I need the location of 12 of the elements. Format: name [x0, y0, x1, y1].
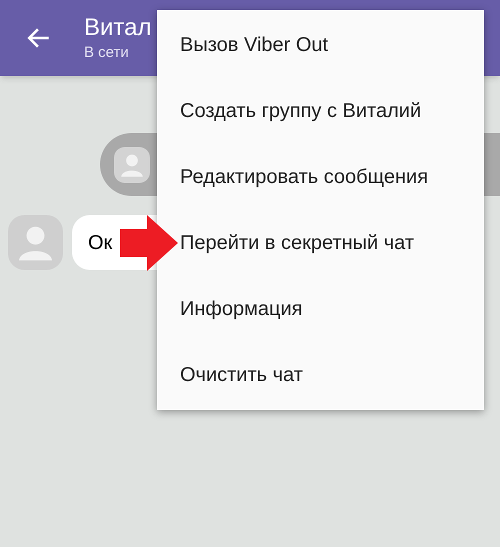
message-text: Ок — [88, 230, 112, 256]
menu-item[interactable]: Создать группу с Виталий — [180, 96, 422, 126]
menu-item[interactable]: Очистить чат — [180, 360, 303, 390]
menu-item[interactable]: Редактировать сообщения — [180, 162, 428, 192]
contact-avatar-icon — [114, 146, 150, 182]
pointer-arrow-icon — [120, 215, 178, 271]
menu-item[interactable]: Вызов Viber Out — [180, 30, 328, 60]
contact-name: Витал — [84, 13, 152, 43]
menu-item[interactable]: Информация — [180, 294, 302, 324]
contact-status: В сети — [84, 43, 130, 63]
contact-avatar-icon — [8, 215, 63, 270]
menu-item[interactable]: Перейти в секретный чат — [180, 228, 414, 258]
